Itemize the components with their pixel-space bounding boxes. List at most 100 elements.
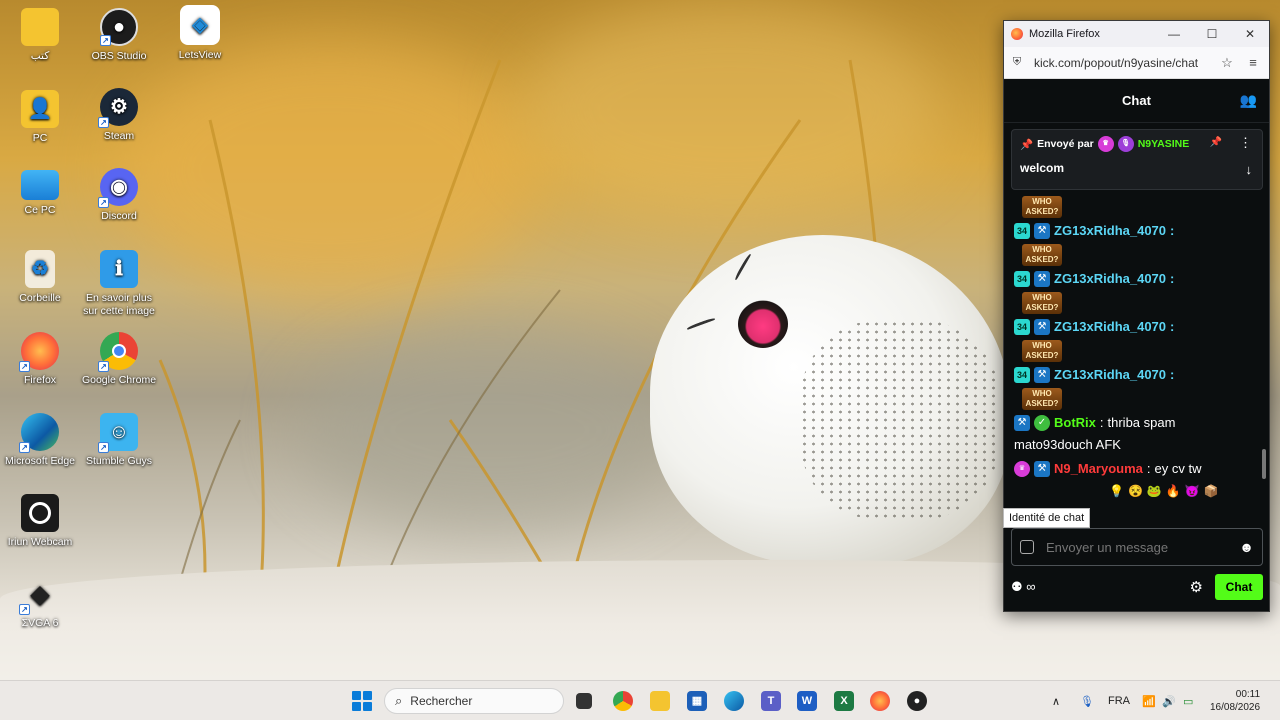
minimize-button[interactable]: — xyxy=(1155,21,1193,47)
taskbar-search[interactable]: ⌕ Rechercher xyxy=(384,688,564,714)
settings-gear-icon[interactable]: ⚙ xyxy=(1190,578,1203,596)
pinned-prefix: Envoyé par xyxy=(1037,138,1094,150)
clock-date: 16/08/2026 xyxy=(1210,702,1261,713)
desktop-icon-label: Ce PC xyxy=(24,204,56,216)
more-options-icon[interactable]: ⋮ xyxy=(1239,135,1252,151)
hamburger-menu-icon[interactable]: ≡ xyxy=(1243,55,1263,70)
desktop-icon-edge[interactable]: ↗ Microsoft Edge xyxy=(0,413,80,468)
chat-username[interactable]: ZG13xRidha_4070 xyxy=(1054,222,1166,240)
verified-badge-icon: ⚒ xyxy=(1034,271,1051,287)
chat-username[interactable]: BotRix xyxy=(1054,414,1096,432)
subscriber-badge: 34 xyxy=(1014,367,1031,383)
chat-identity-tooltip: Identité de chat xyxy=(1003,508,1091,528)
who-asked-emote: WHO ASKED? xyxy=(1022,340,1062,362)
desktop-icon-letsview[interactable]: ◈ LetsView xyxy=(160,5,240,62)
firefox-icon xyxy=(1011,28,1023,40)
chat-scrollbar[interactable] xyxy=(1262,449,1266,479)
kick-points-icon[interactable]: ⚉ ∞ xyxy=(1011,579,1190,595)
desktop-icon-ce-pc[interactable]: Ce PC xyxy=(0,170,80,217)
chrome-icon: ↗ xyxy=(98,332,138,372)
chat-message: 34 ⚒ ZG13xRidha_4070: xyxy=(1014,270,1259,288)
edge-icon: ↗ xyxy=(19,413,59,453)
who-asked-emote: WHO ASKED? xyxy=(1022,292,1062,314)
obs-taskbar-icon[interactable]: ● xyxy=(907,691,927,711)
desktop-icon-iriun[interactable]: Iriun Webcam xyxy=(0,494,80,549)
chat-text: thriba spam xyxy=(1107,415,1176,430)
maximize-button[interactable]: ☐ xyxy=(1193,21,1231,47)
file-explorer-icon[interactable] xyxy=(650,691,670,711)
desktop-icon-pc[interactable]: 👤 PC xyxy=(0,90,80,145)
recycle-bin-icon: ♻ xyxy=(25,250,55,288)
emote-icon: 📦 xyxy=(1203,484,1219,498)
chat-username[interactable]: N9_Maryouma xyxy=(1054,460,1143,478)
chat-header: Chat 👥 xyxy=(1004,79,1269,123)
pinned-sender[interactable]: N9YASINE xyxy=(1138,138,1190,150)
chat-username[interactable]: ZG13xRidha_4070 xyxy=(1054,270,1166,288)
chat-bottom-bar: ⚉ ∞ ⚙ Chat xyxy=(1011,574,1263,600)
users-icon[interactable]: 👥 xyxy=(1240,92,1257,109)
chat-message-botrix: ⚒ ✓ BotRix: thriba spam mato93douch AFK xyxy=(1014,414,1259,454)
emote-row: 💡 😵 🐸 🔥 😈 📦 xyxy=(1109,484,1259,498)
windows-start-icon[interactable] xyxy=(352,691,372,711)
desktop-icon-firefox[interactable]: ↗ Firefox xyxy=(0,332,80,387)
desktop-icon-label: Stumble Guys xyxy=(86,455,152,467)
edge-taskbar-icon[interactable] xyxy=(724,691,744,711)
chat-text: ey cv tw xyxy=(1154,461,1202,476)
task-view-icon[interactable] xyxy=(576,693,592,709)
desktop-icon-spotlight[interactable]: ℹ En savoir plus sur cette image xyxy=(79,250,159,318)
verified-badge-icon: ⚒ xyxy=(1034,461,1050,477)
wifi-icon[interactable]: 📶 xyxy=(1142,681,1156,720)
chat-message-maryouma: ♛ ⚒ N9_Maryouma: ey cv tw xyxy=(1014,460,1259,478)
emote-icon: 💡 xyxy=(1109,484,1124,498)
emoji-picker-icon[interactable]: ☻ xyxy=(1239,539,1254,555)
bookmark-star-icon[interactable]: ☆ xyxy=(1217,55,1237,71)
url-bar[interactable]: ⛨ kick.com/popout/n9yasine/chat ☆ ≡ xyxy=(1004,47,1269,79)
taskbar-clock[interactable]: 00:11 16/08/2026 xyxy=(1210,688,1260,714)
desktop-icon-steam[interactable]: ⚙ ↗ Steam xyxy=(79,88,159,143)
unpin-icon[interactable]: 📌 xyxy=(1210,137,1222,148)
desktop-icon-chrome[interactable]: ↗ Google Chrome xyxy=(79,332,159,387)
tray-chevron-icon[interactable]: ∧ xyxy=(1052,681,1060,720)
desktop-icon-label: Discord xyxy=(101,210,137,222)
obs-icon: ● ↗ xyxy=(100,8,138,46)
desktop-icon-vga[interactable]: ◆ ↗ ΣVGA 6 xyxy=(0,575,80,630)
firefox-taskbar-icon[interactable] xyxy=(870,691,890,711)
desktop-icon-label: Steam xyxy=(103,130,135,142)
message-input[interactable] xyxy=(1046,539,1240,555)
store-icon[interactable]: ▦ xyxy=(687,691,707,711)
volume-icon[interactable]: 🔊 xyxy=(1162,681,1176,720)
battery-icon[interactable]: ▭ xyxy=(1183,681,1193,720)
letsview-icon: ◈ xyxy=(180,5,220,45)
word-icon[interactable]: W xyxy=(797,691,817,711)
emote-icon: 😵 xyxy=(1127,484,1143,498)
discord-icon: ◉ ↗ xyxy=(98,168,138,208)
chat-username[interactable]: ZG13xRidha_4070 xyxy=(1054,366,1166,384)
desktop-icon-obs[interactable]: ● ↗ OBS Studio xyxy=(79,8,159,63)
language-indicator[interactable]: FRA xyxy=(1108,681,1130,720)
send-chat-button[interactable]: Chat xyxy=(1215,574,1263,600)
vga-icon: ◆ ↗ xyxy=(19,575,59,615)
chat-username[interactable]: ZG13xRidha_4070 xyxy=(1054,318,1166,336)
window-titlebar[interactable]: Mozilla Firefox — ☐ ✕ xyxy=(1004,21,1269,47)
desktop-icon-kutub[interactable]: كتب xyxy=(0,8,80,63)
message-input-box[interactable]: ☻ xyxy=(1011,528,1263,566)
verified-badge-icon: ⚒ xyxy=(1014,415,1030,431)
excel-icon[interactable]: X xyxy=(834,691,854,711)
url-text[interactable]: kick.com/popout/n9yasine/chat xyxy=(1034,56,1211,70)
teams-icon[interactable]: T xyxy=(761,691,781,711)
pin-icon: 📌 xyxy=(1020,138,1034,151)
desktop-icon-stumble-guys[interactable]: ☺ ↗ Stumble Guys xyxy=(79,413,159,468)
desktop-icon-discord[interactable]: ◉ ↗ Discord xyxy=(79,168,159,223)
microphone-icon[interactable]: 🎙 xyxy=(1080,681,1094,720)
verified-badge-icon: ⚒ xyxy=(1034,319,1051,335)
chrome-taskbar-icon[interactable] xyxy=(613,691,633,711)
shield-icon[interactable]: ⛨ xyxy=(1010,56,1024,70)
emote-icon: 🔥 xyxy=(1165,484,1181,498)
desktop-icon-recycle-bin[interactable]: ♻ Corbeille xyxy=(0,250,80,305)
firefox-icon: ↗ xyxy=(19,332,59,372)
chat-identity-icon[interactable] xyxy=(1020,540,1034,554)
folder-icon: 👤 xyxy=(21,90,59,128)
expand-arrow-icon[interactable]: ↓ xyxy=(1246,162,1253,177)
verified-badge-icon: ⚒ xyxy=(1034,223,1051,239)
close-button[interactable]: ✕ xyxy=(1231,21,1269,47)
